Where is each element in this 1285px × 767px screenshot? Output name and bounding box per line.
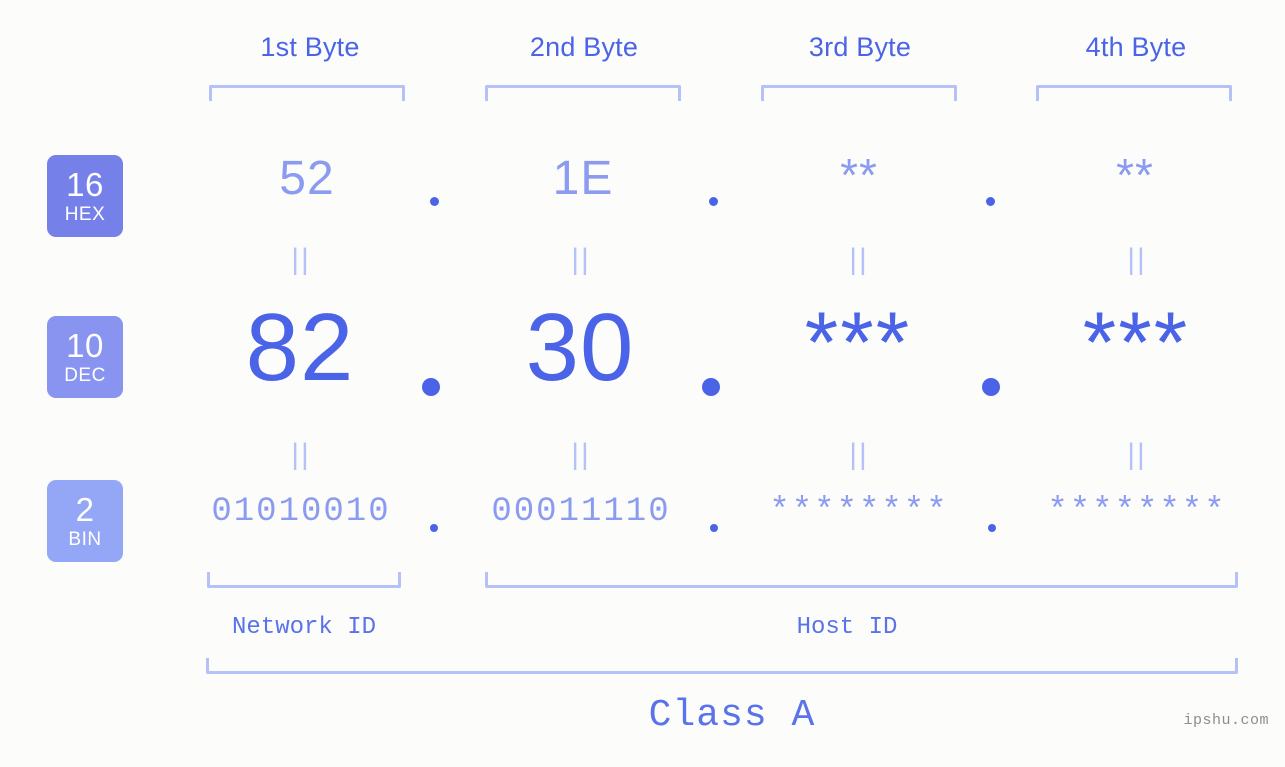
bin-separator-dot-3 — [988, 524, 996, 532]
site-watermark: ipshu.com — [1183, 712, 1269, 729]
dec-separator-dot-3 — [982, 378, 1000, 396]
byte-bracket-3 — [761, 85, 957, 101]
equality-mark-hex-dec-4: || — [1127, 243, 1147, 276]
equality-mark-dec-bin-3: || — [849, 438, 869, 471]
bin-separator-dot-2 — [710, 524, 718, 532]
byte-bracket-2 — [485, 85, 681, 101]
bin-separator-dot-1 — [430, 524, 438, 532]
hex-separator-dot-3 — [986, 197, 995, 206]
byte-header-2: 2nd Byte — [529, 32, 639, 62]
class-bracket — [206, 658, 1238, 674]
base-badge-dec-number: 10 — [66, 327, 104, 364]
hex-separator-dot-2 — [709, 197, 718, 206]
dec-byte-2: 30 — [525, 294, 635, 401]
equality-mark-dec-bin-1: || — [291, 438, 311, 471]
network-id-label: Network ID — [231, 614, 377, 641]
bin-byte-1: 01010010 — [211, 493, 391, 531]
class-label: Class A — [648, 694, 816, 737]
equality-mark-hex-dec-1: || — [291, 243, 311, 276]
dec-separator-dot-2 — [702, 378, 720, 396]
bin-byte-3: ******** — [769, 493, 949, 531]
dec-byte-4: *** — [1082, 295, 1190, 391]
dec-byte-3: *** — [804, 295, 912, 391]
network-id-bracket — [207, 572, 401, 588]
base-badge-dec: 10 DEC — [47, 316, 123, 398]
bin-byte-2: 00011110 — [491, 493, 671, 531]
equality-mark-dec-bin-4: || — [1127, 438, 1147, 471]
bin-byte-4: ******** — [1047, 493, 1227, 531]
hex-byte-4: ** — [1116, 149, 1154, 201]
byte-header-3: 3rd Byte — [808, 32, 912, 62]
equality-mark-hex-dec-3: || — [849, 243, 869, 276]
byte-header-4: 4th Byte — [1085, 32, 1187, 62]
base-badge-hex-label: HEX — [64, 204, 106, 225]
dec-separator-dot-1 — [422, 378, 440, 396]
base-badge-hex: 16 HEX — [47, 155, 123, 237]
base-badge-bin: 2 BIN — [47, 480, 123, 562]
host-id-label: Host ID — [796, 614, 898, 641]
ip-address-breakdown-diagram: 1st Byte 2nd Byte 3rd Byte 4th Byte 16 H… — [0, 0, 1285, 767]
hex-byte-2: 1E — [552, 152, 614, 205]
byte-bracket-1 — [209, 85, 405, 101]
base-badge-bin-number: 2 — [75, 491, 95, 528]
host-id-bracket — [485, 572, 1238, 588]
hex-separator-dot-1 — [430, 197, 439, 206]
equality-mark-hex-dec-2: || — [571, 243, 591, 276]
base-badge-hex-number: 16 — [66, 166, 104, 203]
byte-bracket-4 — [1036, 85, 1232, 101]
equality-mark-dec-bin-2: || — [571, 438, 591, 471]
byte-header-1: 1st Byte — [260, 32, 360, 62]
base-badge-dec-label: DEC — [64, 365, 106, 386]
base-badge-bin-label: BIN — [68, 529, 102, 550]
dec-byte-1: 82 — [245, 294, 355, 401]
hex-byte-3: ** — [840, 149, 878, 201]
hex-byte-1: 52 — [279, 152, 335, 205]
